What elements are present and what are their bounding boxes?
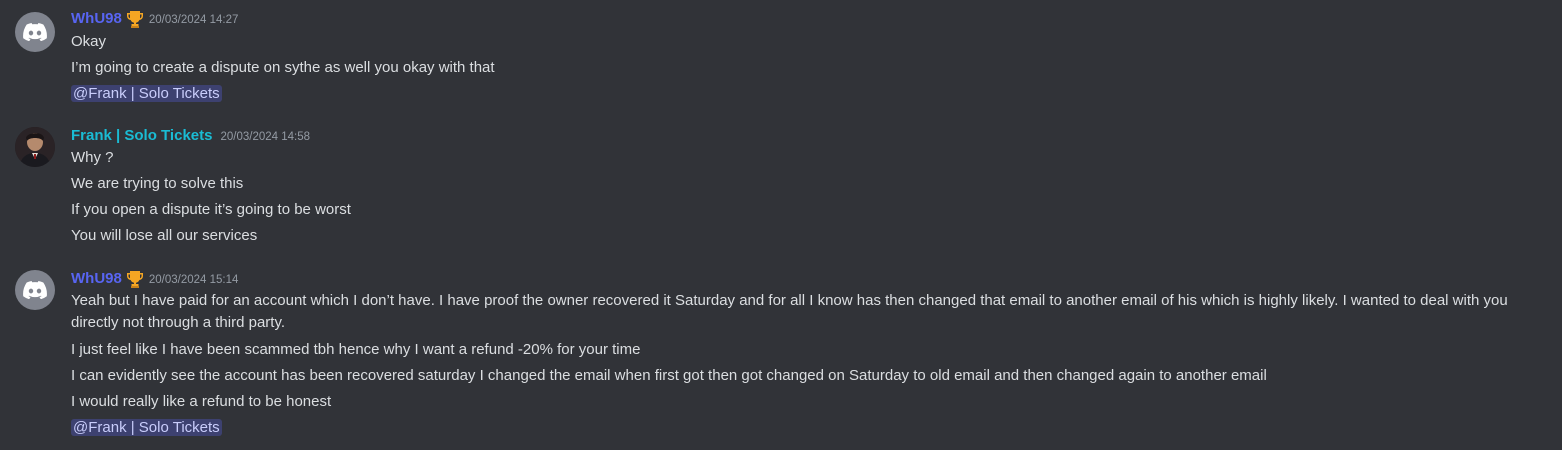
username[interactable]: WhU98 <box>71 9 122 29</box>
message-line: I just feel like I have been scammed tbh… <box>71 341 641 358</box>
message-header: WhU98 20/03/2024 15:14 <box>71 269 238 289</box>
message-line: I’m going to create a dispute on sythe a… <box>71 59 495 76</box>
trophy-icon <box>126 271 143 288</box>
timestamp: 20/03/2024 14:58 <box>220 131 310 143</box>
trophy-icon <box>126 11 143 28</box>
message-line: If you open a dispute it’s going to be w… <box>71 201 351 218</box>
avatar[interactable] <box>15 127 55 167</box>
message-mention-line: @Frank | Solo Tickets <box>71 83 1541 105</box>
discord-logo-icon <box>23 23 47 41</box>
message-line: Yeah but I have paid for an account whic… <box>71 292 1508 331</box>
message-header: WhU98 20/03/2024 14:27 <box>71 9 238 29</box>
message-line: We are trying to solve this <box>71 175 244 192</box>
message-line: I would really like a refund to be hones… <box>71 393 332 410</box>
user-mention[interactable]: @Frank | Solo Tickets <box>71 419 222 436</box>
message-line: You will lose all our services <box>71 227 258 244</box>
message-header: Frank | Solo Tickets 20/03/2024 14:58 <box>71 126 310 146</box>
message-mention-line: @Frank | Solo Tickets <box>71 417 1541 439</box>
message-line: I can evidently see the account has been… <box>71 367 1267 384</box>
timestamp: 20/03/2024 14:27 <box>148 14 239 26</box>
username[interactable]: Frank | Solo Tickets <box>71 126 212 146</box>
message-line: Why ? <box>71 149 114 166</box>
message-line: Okay <box>71 33 107 50</box>
avatar[interactable] <box>15 270 55 310</box>
user-mention[interactable]: @Frank | Solo Tickets <box>71 85 222 102</box>
user-photo-avatar <box>15 127 55 167</box>
timestamp: 20/03/2024 15:14 <box>148 274 239 286</box>
avatar[interactable] <box>15 12 55 52</box>
discord-logo-icon <box>23 281 47 299</box>
username[interactable]: WhU98 <box>71 269 122 289</box>
